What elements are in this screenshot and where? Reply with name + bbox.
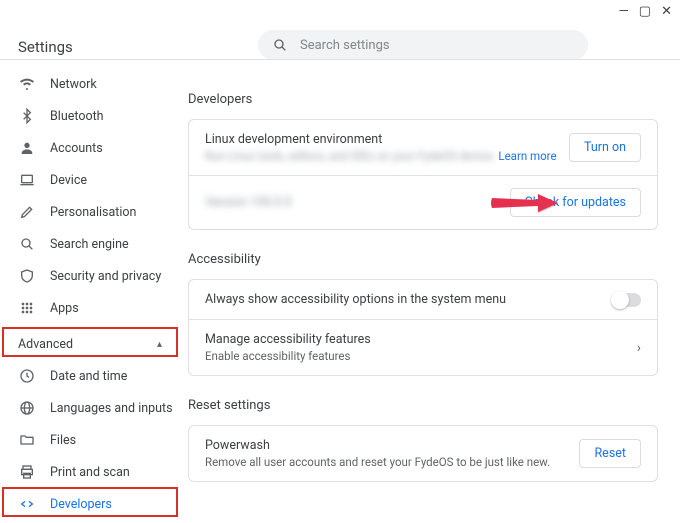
- sidebar-item-label: Network: [50, 77, 97, 92]
- turn-on-button[interactable]: Turn on: [569, 133, 641, 162]
- sidebar-item-label: Search engine: [50, 237, 129, 252]
- manage-accessibility-row[interactable]: Manage accessibility features Enable acc…: [189, 320, 657, 375]
- reset-button[interactable]: Reset: [579, 439, 641, 468]
- page-title: Settings: [18, 38, 73, 56]
- powerwash-sub: Remove all user accounts and reset your …: [205, 455, 579, 469]
- always-show-title: Always show accessibility options in the…: [205, 292, 613, 307]
- search-input[interactable]: [300, 38, 574, 53]
- person-icon: [18, 139, 36, 157]
- globe-icon: [18, 399, 36, 417]
- maximize-button[interactable]: ▢: [639, 4, 651, 19]
- developers-card: Linux development environment Run Linux …: [188, 119, 658, 230]
- chevron-up-icon: ▴: [157, 339, 162, 350]
- print-icon: [18, 463, 36, 481]
- header-divider: [0, 59, 680, 60]
- sidebar-item-personalisation[interactable]: Personalisation: [0, 196, 180, 228]
- sidebar-item-label: Device: [50, 173, 87, 188]
- sidebar-item-accounts[interactable]: Accounts: [0, 132, 180, 164]
- minimize-button[interactable]: —: [619, 4, 629, 19]
- learn-more-link[interactable]: Learn more: [498, 149, 556, 163]
- reset-card: Powerwash Remove all user accounts and r…: [188, 425, 658, 482]
- sidebar-item-search-engine[interactable]: Search engine: [0, 228, 180, 260]
- sidebar-item-print-scan[interactable]: Print and scan: [0, 456, 180, 488]
- linux-env-subtitle: Run Linux tools, editors, and IDEs on yo…: [205, 149, 496, 163]
- sidebar-item-label: Apps: [50, 301, 79, 316]
- sidebar-item-label: Languages and inputs: [50, 401, 173, 416]
- sidebar-item-files[interactable]: Files: [0, 424, 180, 456]
- sidebar-advanced-toggle[interactable]: Advanced ▴: [0, 328, 180, 360]
- accessibility-card: Always show accessibility options in the…: [188, 279, 658, 376]
- powerwash-title: Powerwash: [205, 438, 579, 453]
- sidebar-item-security[interactable]: Security and privacy: [0, 260, 180, 292]
- sidebar-item-developers[interactable]: Developers: [0, 488, 180, 520]
- search-icon: [272, 37, 288, 53]
- bluetooth-icon: [18, 107, 36, 125]
- sidebar-item-bluetooth[interactable]: Bluetooth: [0, 100, 180, 132]
- laptop-icon: [18, 171, 36, 189]
- wifi-icon: [18, 75, 36, 93]
- powerwash-row: Powerwash Remove all user accounts and r…: [189, 426, 657, 481]
- chevron-right-icon: ›: [637, 340, 641, 356]
- sidebar-item-label: Developers: [50, 497, 112, 512]
- version-text: Version 100.0.0: [205, 195, 510, 210]
- sidebar-item-label: Print and scan: [50, 465, 130, 480]
- main-content: Developers Linux development environment…: [188, 68, 658, 523]
- sidebar-item-apps[interactable]: Apps: [0, 292, 180, 324]
- check-updates-button[interactable]: Check for updates: [510, 188, 641, 217]
- shield-icon: [18, 267, 36, 285]
- always-show-toggle[interactable]: [613, 293, 641, 307]
- magnify-icon: [18, 235, 36, 253]
- close-button[interactable]: ✕: [661, 4, 672, 19]
- linux-env-title: Linux development environment: [205, 132, 569, 147]
- linux-env-row: Linux development environment Run Linux …: [189, 120, 657, 176]
- folder-icon: [18, 431, 36, 449]
- sidebar: Network Bluetooth Accounts Device Person…: [0, 68, 180, 523]
- search-field[interactable]: [258, 30, 588, 60]
- sidebar-item-label: Date and time: [50, 369, 127, 384]
- sidebar-item-label: Accounts: [50, 141, 103, 156]
- always-show-row[interactable]: Always show accessibility options in the…: [189, 280, 657, 320]
- reset-heading: Reset settings: [188, 398, 658, 413]
- sidebar-item-label: Bluetooth: [50, 109, 104, 124]
- check-updates-row: Version 100.0.0 Check for updates: [189, 176, 657, 229]
- code-icon: [18, 495, 36, 513]
- developers-heading: Developers: [188, 92, 658, 107]
- sidebar-item-device[interactable]: Device: [0, 164, 180, 196]
- manage-accessibility-title: Manage accessibility features: [205, 332, 631, 347]
- manage-accessibility-sub: Enable accessibility features: [205, 349, 631, 363]
- sidebar-item-label: Security and privacy: [50, 269, 161, 284]
- pencil-icon: [18, 203, 36, 221]
- sidebar-item-network[interactable]: Network: [0, 68, 180, 100]
- accessibility-heading: Accessibility: [188, 252, 658, 267]
- sidebar-item-languages[interactable]: Languages and inputs: [0, 392, 180, 424]
- window-controls: — ▢ ✕: [619, 4, 672, 19]
- grid-icon: [18, 299, 36, 317]
- sidebar-item-label: Personalisation: [50, 205, 136, 220]
- sidebar-item-date-time[interactable]: Date and time: [0, 360, 180, 392]
- sidebar-item-label: Files: [50, 433, 76, 448]
- clock-icon: [18, 367, 36, 385]
- sidebar-advanced-label: Advanced: [18, 337, 73, 352]
